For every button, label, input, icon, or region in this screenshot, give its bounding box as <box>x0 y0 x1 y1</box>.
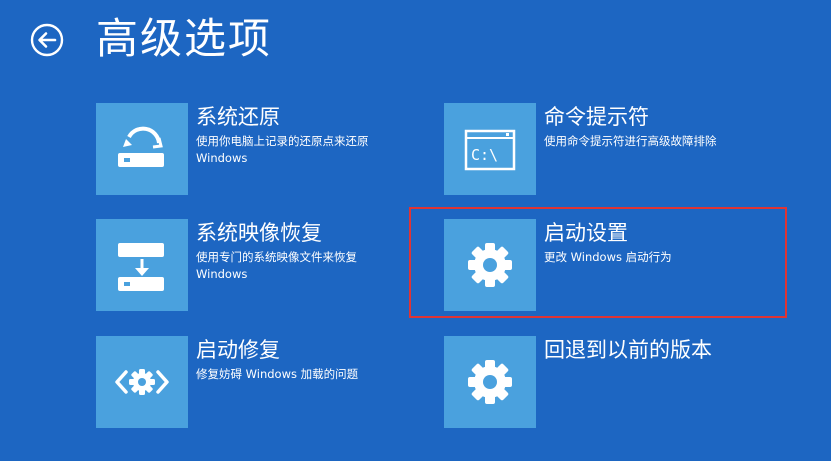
startup-repair-option[interactable]: 启动修复 修复妨碍 Windows 加载的问题 <box>96 336 396 428</box>
system-restore-option[interactable]: 系统还原 使用你电脑上记录的还原点来还原 Windows <box>96 103 396 195</box>
gear-icon <box>468 360 512 404</box>
go-back-previous-version-tile[interactable] <box>444 336 536 428</box>
back-arrow-icon[interactable] <box>30 23 64 57</box>
system-image-recovery-tile[interactable] <box>96 219 188 311</box>
command-prompt-icon-text: C:\ <box>471 146 498 164</box>
go-back-previous-version-option[interactable]: 回退到以前的版本 <box>444 336 744 428</box>
go-back-previous-version-title: 回退到以前的版本 <box>544 338 712 362</box>
command-prompt-icon: C:\ <box>464 129 516 171</box>
system-image-recovery-description: 使用专门的系统映像文件来恢复 Windows <box>196 250 357 281</box>
startup-repair-title: 启动修复 <box>196 338 280 362</box>
system-restore-tile[interactable] <box>96 103 188 195</box>
command-prompt-tile[interactable]: C:\ <box>444 103 536 195</box>
system-restore-description: 使用你电脑上记录的还原点来还原 Windows <box>196 134 369 165</box>
startup-settings-title: 启动设置 <box>544 221 628 245</box>
startup-settings-tile[interactable] <box>444 219 536 311</box>
system-restore-icon <box>118 126 164 167</box>
system-restore-title: 系统还原 <box>196 105 280 129</box>
startup-repair-description: 修复妨碍 Windows 加载的问题 <box>196 367 359 381</box>
disk-image-icon <box>118 243 164 291</box>
repair-gear-icon <box>115 369 169 395</box>
startup-settings-description: 更改 Windows 启动行为 <box>544 250 672 264</box>
command-prompt-title: 命令提示符 <box>544 105 649 129</box>
system-image-recovery-title: 系统映像恢复 <box>196 221 322 245</box>
gear-icon <box>468 243 512 287</box>
startup-settings-option[interactable]: 启动设置 更改 Windows 启动行为 <box>444 219 744 311</box>
command-prompt-description: 使用命令提示符进行高级故障排除 <box>544 134 717 148</box>
startup-repair-tile[interactable] <box>96 336 188 428</box>
command-prompt-option[interactable]: C:\ 命令提示符 使用命令提示符进行高级故障排除 <box>444 103 744 195</box>
page-title: 高级选项 <box>96 14 273 63</box>
system-image-recovery-option[interactable]: 系统映像恢复 使用专门的系统映像文件来恢复 Windows <box>96 219 396 311</box>
